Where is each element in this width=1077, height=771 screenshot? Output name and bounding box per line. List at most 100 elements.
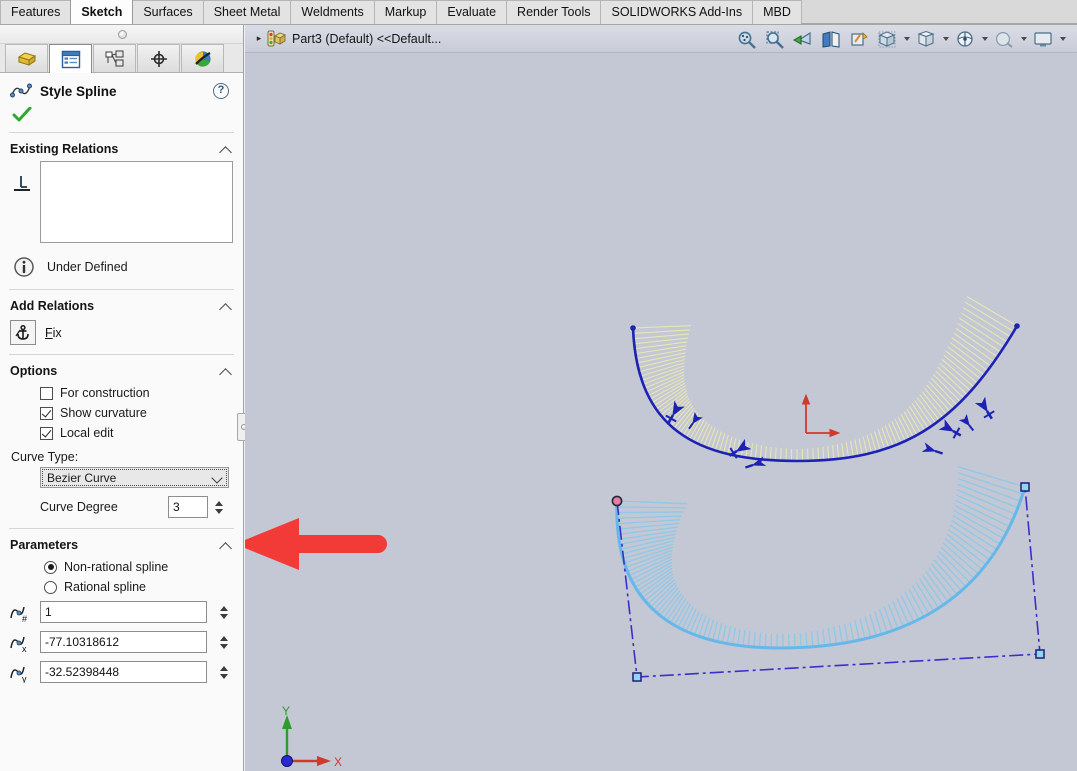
display-style-icon[interactable] (874, 27, 900, 51)
origin-triad: Y X (281, 704, 342, 769)
triad-x-label: X (334, 755, 342, 769)
ribbon-tab-features[interactable]: Features (0, 0, 72, 24)
option-label: For construction (60, 386, 150, 400)
view-settings-icon[interactable] (1030, 27, 1056, 51)
ok-check-icon[interactable] (12, 107, 243, 123)
parameter-fields: #1 x -77.10318612 y -32.52398448 (0, 597, 243, 687)
fix-relation-label[interactable]: Fix (45, 326, 62, 340)
chevron-up-icon[interactable] (219, 364, 233, 378)
spline-point-x-icon: x (8, 631, 34, 653)
checkbox-for-construction[interactable] (40, 386, 53, 400)
ribbon-tab-sketch[interactable]: Sketch (70, 0, 134, 24)
section-view-icon[interactable] (818, 27, 844, 51)
parameter-stepper-0[interactable] (217, 601, 231, 623)
radio-non-rational-spline[interactable] (44, 560, 57, 574)
dimxpert-manager-tab[interactable] (137, 44, 180, 72)
display-style-dropdown-caret[interactable] (902, 27, 911, 51)
control-point-lower-right[interactable] (1035, 649, 1045, 659)
control-point-upper-right[interactable] (1020, 482, 1030, 492)
sketch-origin-marker (801, 393, 841, 438)
view-settings-dropdown-caret[interactable] (1058, 27, 1067, 51)
section-title: Parameters (10, 538, 79, 552)
view-toolbar (734, 27, 1067, 51)
radio-row[interactable]: Rational spline (0, 577, 243, 597)
ribbon-tab-mbd[interactable]: MBD (752, 0, 802, 24)
upper-curve-endpoint-left[interactable] (630, 325, 636, 331)
option-label: Show curvature (60, 406, 147, 420)
divider (9, 354, 234, 355)
ribbon-tab-evaluate[interactable]: Evaluate (436, 0, 508, 24)
relations-icon (10, 161, 40, 195)
parameter-stepper-1[interactable] (217, 631, 231, 653)
zoom-to-fit-icon[interactable] (734, 27, 760, 51)
property-manager-title-row: Style Spline ? (0, 73, 243, 103)
view-orientation-icon[interactable] (846, 27, 872, 51)
lower-style-spline[interactable] (615, 486, 1027, 650)
chevron-up-icon[interactable] (219, 142, 233, 156)
upper-curve-endpoint-right[interactable] (1014, 323, 1020, 329)
option-row[interactable]: Show curvature (0, 403, 243, 423)
ribbon-tab-surfaces[interactable]: Surfaces (132, 0, 204, 24)
flyout-tree-expand-arrow[interactable]: ▸ (251, 33, 267, 44)
control-point-lower-left[interactable] (632, 672, 642, 682)
checkbox-show-curvature[interactable] (40, 406, 53, 420)
apply-scene-icon[interactable] (991, 27, 1017, 51)
page-title: Style Spline (40, 83, 117, 99)
style-spline-icon (10, 81, 32, 101)
graphics-area[interactable]: ▸ Part3 (Default) <<Default... Y X (245, 25, 1077, 771)
spline-type-radio-group: Non-rational spline Rational spline (0, 557, 243, 597)
parameter-row: #1 (0, 597, 243, 627)
radio-rational-spline[interactable] (44, 580, 57, 594)
curve-type-dropdown[interactable]: Bezier Curve (40, 467, 229, 488)
apply-scene-dropdown-caret[interactable] (1019, 27, 1028, 51)
checkbox-local-edit[interactable] (40, 426, 53, 440)
divider (9, 132, 234, 133)
radio-row[interactable]: Non-rational spline (0, 557, 243, 577)
panel-collapse-handle[interactable] (0, 25, 243, 44)
existing-relations-list[interactable] (40, 161, 233, 243)
display-manager-tab[interactable] (181, 44, 224, 72)
curve-type-value: Bezier Curve (47, 470, 117, 485)
curve-degree-label: Curve Degree (40, 500, 118, 514)
chevron-down-icon[interactable] (211, 471, 224, 484)
section-title: Add Relations (10, 299, 95, 313)
radio-label: Rational spline (64, 580, 146, 594)
curve-degree-input[interactable]: 3 (168, 496, 208, 518)
section-parameters-header[interactable]: Parameters (0, 532, 243, 557)
curve-degree-stepper[interactable] (212, 496, 226, 518)
option-row[interactable]: For construction (0, 383, 243, 403)
edit-appearance-dropdown-caret[interactable] (980, 27, 989, 51)
parameter-row: y -32.52398448 (0, 657, 243, 687)
option-row[interactable]: Local edit (0, 423, 243, 443)
spline-endpoint-selected[interactable] (611, 495, 623, 507)
chevron-up-icon[interactable] (219, 538, 233, 552)
ribbon-tab-markup[interactable]: Markup (373, 0, 438, 24)
feature-manager-design-tree-tab[interactable] (5, 44, 48, 72)
section-title: Existing Relations (10, 142, 119, 156)
help-icon[interactable]: ? (213, 83, 229, 99)
parameter-input-0[interactable]: 1 (40, 601, 207, 623)
parameter-input-1[interactable]: -77.10318612 (40, 631, 207, 653)
svg-text:x: x (22, 644, 27, 653)
section-add-relations-header[interactable]: Add Relations (0, 293, 243, 318)
edit-appearance-icon[interactable] (952, 27, 978, 51)
graphics-header-bar: ▸ Part3 (Default) <<Default... (245, 25, 1077, 53)
previous-view-icon[interactable] (790, 27, 816, 51)
ribbon-tab-solidworks-add-ins[interactable]: SOLIDWORKS Add-Ins (600, 0, 754, 24)
section-existing-relations-header[interactable]: Existing Relations (0, 136, 243, 161)
ribbon-tab-sheet-metal[interactable]: Sheet Metal (202, 0, 292, 24)
zoom-to-area-icon[interactable] (762, 27, 788, 51)
parameter-input-2[interactable]: -32.52398448 (40, 661, 207, 683)
hide-show-items-icon[interactable] (913, 27, 939, 51)
ribbon-tab-weldments[interactable]: Weldments (290, 0, 375, 24)
add-relations-row: Fix (0, 318, 243, 351)
section-options-header[interactable]: Options (0, 358, 243, 383)
ribbon-tab-render-tools[interactable]: Render Tools (506, 0, 602, 24)
configuration-manager-tab[interactable] (93, 44, 136, 72)
anchor-fix-icon[interactable] (10, 320, 36, 345)
sketch-canvas[interactable]: Y X (245, 53, 1077, 771)
parameter-stepper-2[interactable] (217, 661, 231, 683)
chevron-up-icon[interactable] (219, 299, 233, 313)
hide-show-items-dropdown-caret[interactable] (941, 27, 950, 51)
property-manager-tab[interactable] (49, 44, 92, 73)
